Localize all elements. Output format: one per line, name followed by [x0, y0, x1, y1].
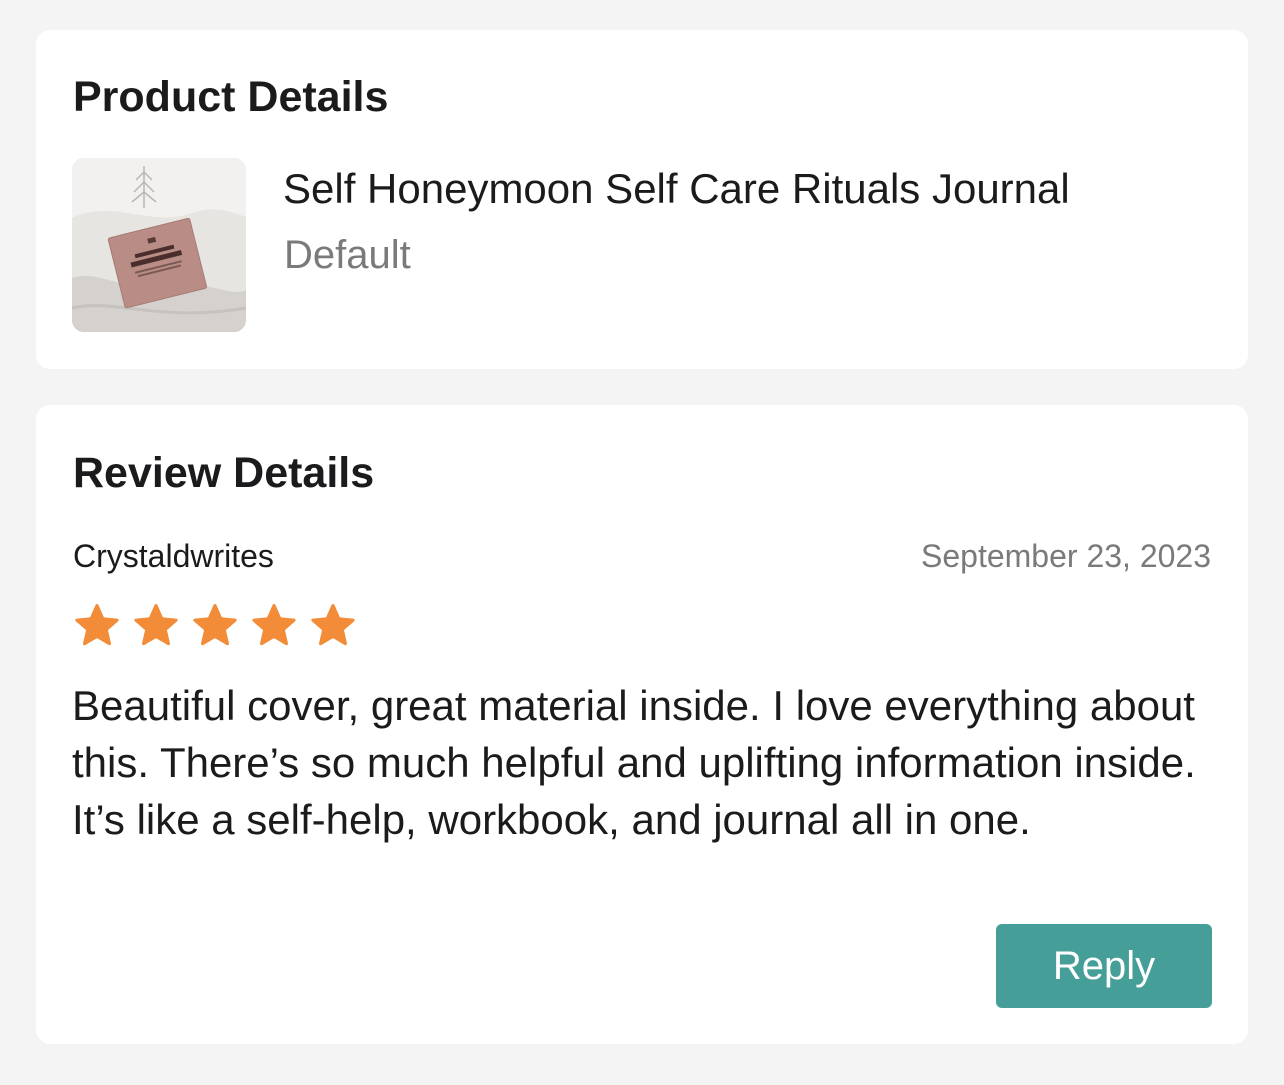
reviewer-name: Crystaldwrites — [73, 538, 274, 574]
star-icon — [311, 604, 355, 646]
star-icon — [75, 604, 119, 646]
star-icon — [252, 604, 296, 646]
reply-button[interactable]: Reply — [996, 924, 1212, 1008]
product-name[interactable]: Self Honeymoon Self Care Rituals Journal — [283, 168, 1070, 210]
product-details-card: Product Details Self Honeymoon Self Care… — [36, 30, 1248, 369]
product-variant: Default — [284, 233, 411, 277]
review-date: September 23, 2023 — [921, 538, 1211, 574]
product-details-title: Product Details — [73, 73, 389, 121]
review-details-title: Review Details — [73, 449, 375, 497]
product-thumbnail[interactable] — [72, 158, 246, 332]
star-rating — [73, 602, 357, 650]
review-details-card: Review Details Crystaldwrites September … — [36, 405, 1248, 1044]
star-icon — [193, 604, 237, 646]
review-text: Beautiful cover, great material inside. … — [72, 682, 1196, 843]
star-icon — [134, 604, 178, 646]
